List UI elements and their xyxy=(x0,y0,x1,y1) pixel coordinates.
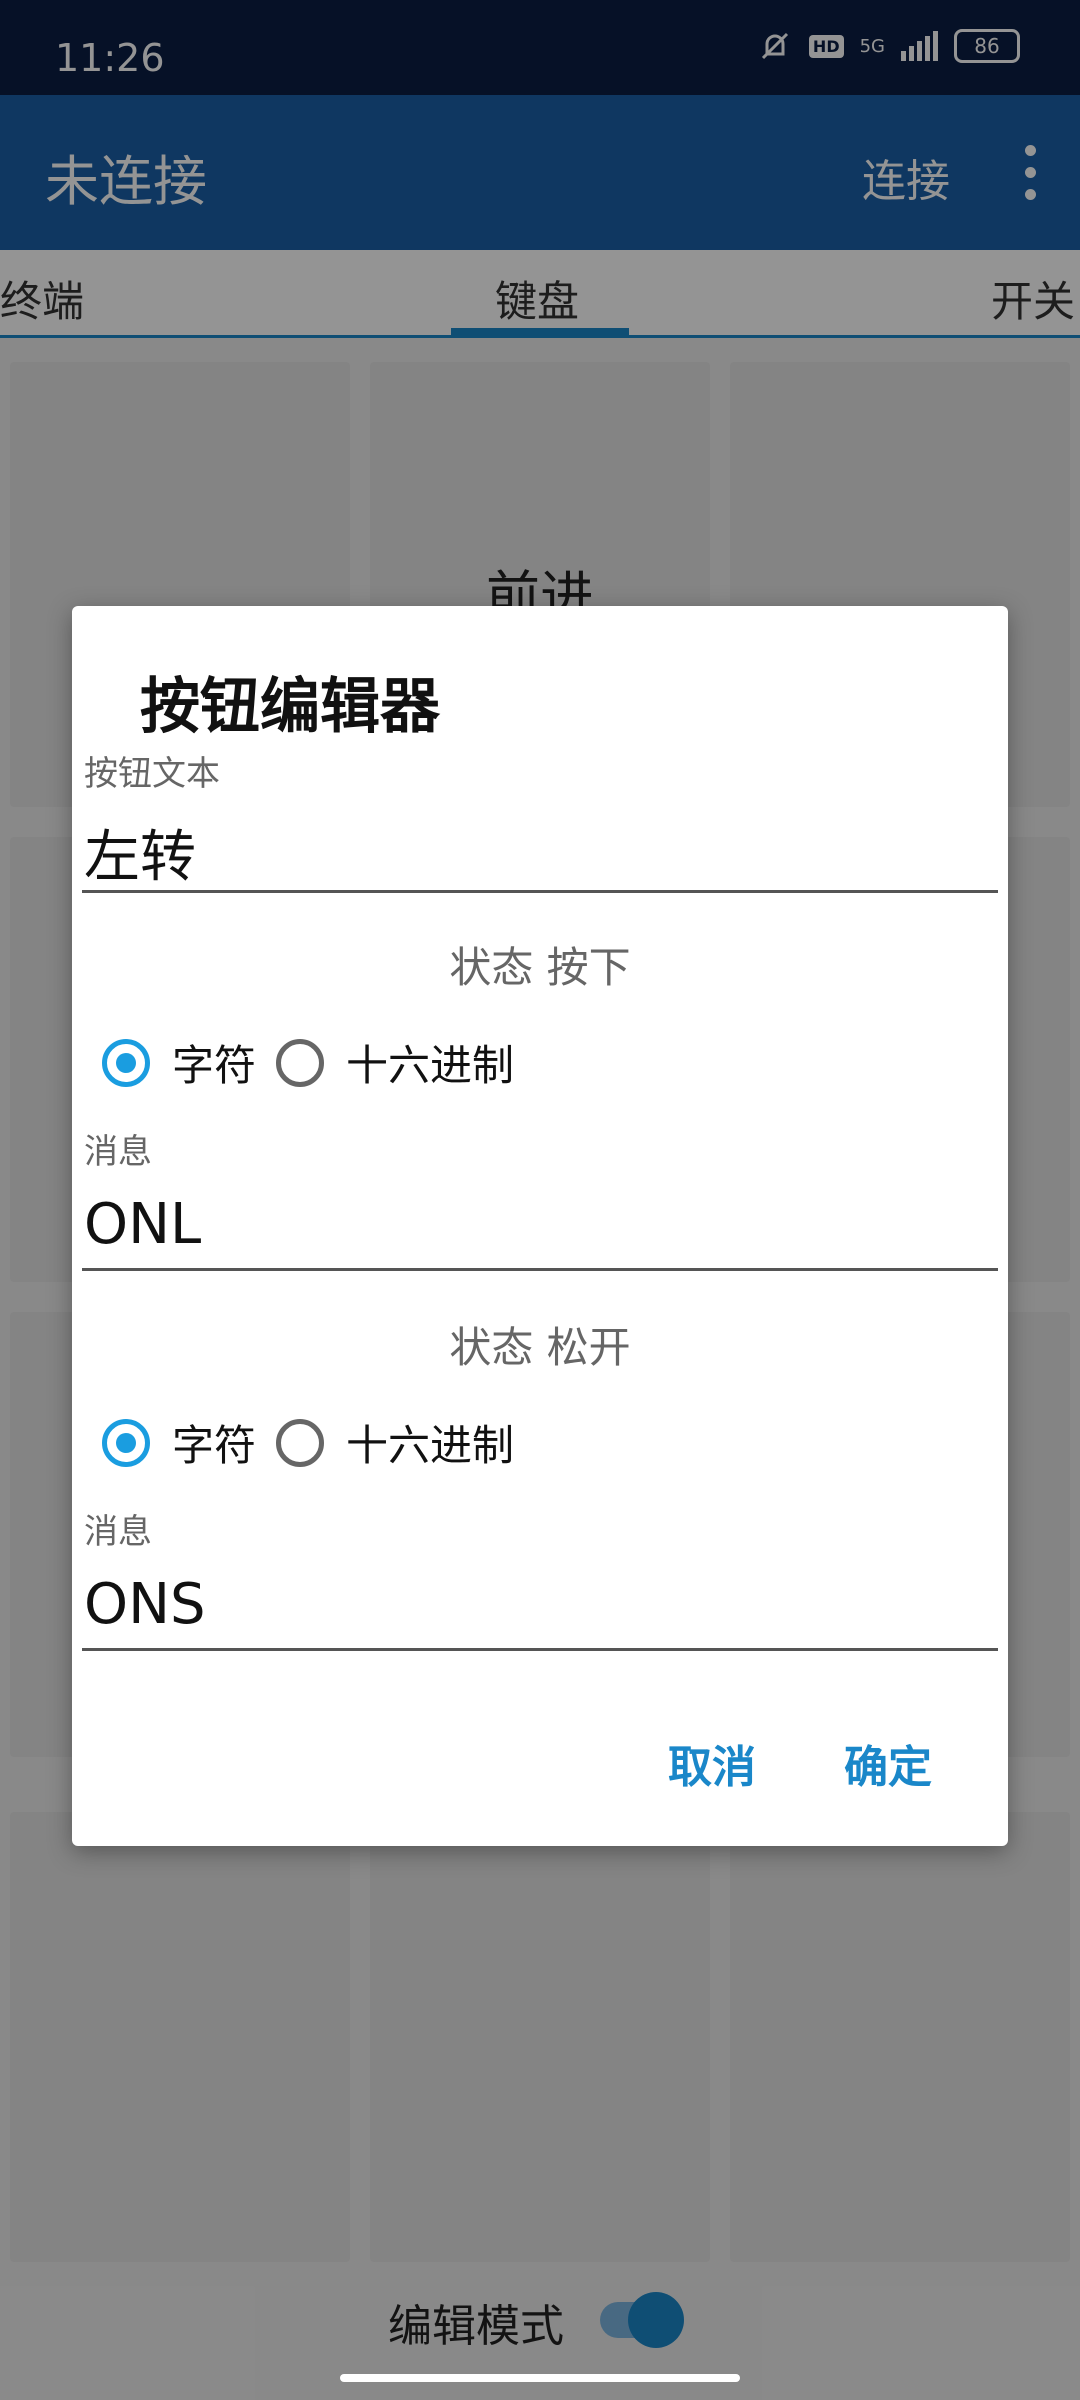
button-editor-dialog: 按钮编辑器 按钮文本 左转 状态 按下 字符 十六进制 消息 ONL 状态 松开… xyxy=(72,606,1008,1846)
pressed-char-radio[interactable] xyxy=(102,1038,150,1087)
released-char-radio[interactable] xyxy=(102,1418,150,1467)
pressed-format-group: 字符 十六进制 xyxy=(102,1032,534,1093)
released-message-underline xyxy=(82,1648,998,1651)
pressed-hex-radio[interactable] xyxy=(276,1038,325,1087)
cancel-button[interactable]: 取消 xyxy=(668,1731,756,1795)
pressed-state-title: 状态 按下 xyxy=(449,943,631,992)
pressed-char-label[interactable]: 字符 xyxy=(172,1032,256,1093)
released-message-input[interactable]: ONS xyxy=(84,1572,206,1637)
released-state-title: 状态 松开 xyxy=(449,1323,631,1372)
button-text-input[interactable]: 左转 xyxy=(84,812,196,893)
dialog-title: 按钮编辑器 xyxy=(140,672,440,742)
released-format-group: 字符 十六进制 xyxy=(102,1412,534,1473)
button-text-underline xyxy=(82,890,998,893)
pressed-hex-label[interactable]: 十六进制 xyxy=(346,1032,514,1093)
pressed-message-label: 消息 xyxy=(84,1132,152,1172)
released-message-label: 消息 xyxy=(84,1512,152,1552)
released-hex-label[interactable]: 十六进制 xyxy=(346,1412,514,1473)
button-text-label: 按钮文本 xyxy=(84,754,220,794)
home-indicator[interactable] xyxy=(340,2374,740,2382)
released-hex-radio[interactable] xyxy=(276,1418,325,1467)
ok-button[interactable]: 确定 xyxy=(844,1731,932,1795)
pressed-message-underline xyxy=(82,1268,998,1271)
released-char-label[interactable]: 字符 xyxy=(172,1412,256,1473)
pressed-message-input[interactable]: ONL xyxy=(84,1192,201,1257)
